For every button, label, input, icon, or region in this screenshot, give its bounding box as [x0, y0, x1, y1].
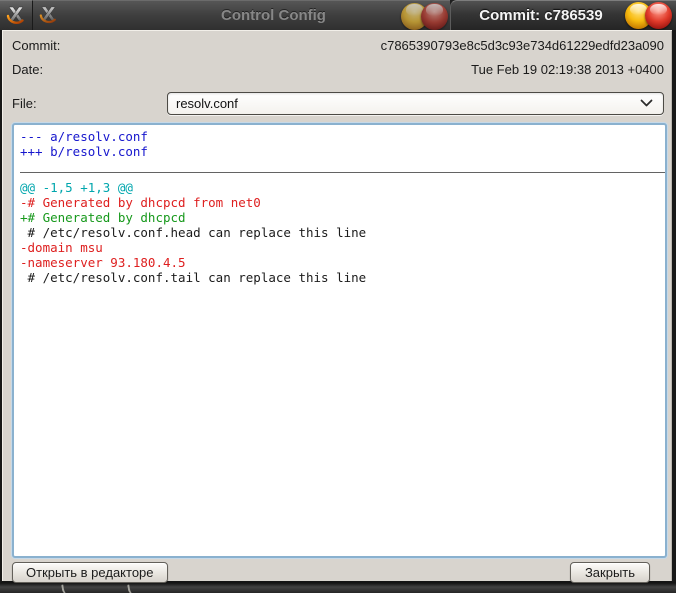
dialog-window-controls: [625, 3, 676, 29]
diff-line-hunk: @@ -1,5 +1,3 @@: [20, 180, 665, 195]
app-logo-icon: [4, 4, 28, 28]
background-window-strip: [0, 583, 676, 593]
diff-line-separator: [20, 172, 667, 173]
file-label: File:: [12, 96, 167, 111]
dialog-window-title: Commit: c786539: [451, 7, 625, 24]
date-row: Date: Tue Feb 19 02:19:38 2013 +0400: [12, 62, 664, 78]
diff-line-context: # /etc/resolv.conf.tail can replace this…: [20, 270, 665, 285]
background-window-fragment: [127, 583, 139, 593]
titlebar: Control Config Commit: c786539: [0, 0, 676, 30]
diff-line-added: +# Generated by dhcpcd: [20, 210, 665, 225]
diff-line-removed: -domain msu: [20, 240, 665, 255]
commit-hash: c7865390793e8c5d3c93e734d61229edfd23a090: [167, 38, 664, 53]
action-button-row: Открыть в редакторе Закрыть: [12, 562, 664, 583]
parent-window-titlebar[interactable]: Control Config: [33, 0, 450, 30]
parent-window-controls: [401, 3, 448, 29]
diff-line-removed: -# Generated by dhcpcd from net0: [20, 195, 665, 210]
file-select[interactable]: resolv.conf: [167, 92, 664, 115]
chevron-down-icon: [640, 99, 655, 108]
close-button[interactable]: [645, 2, 672, 29]
parent-window-title: Control Config: [221, 7, 326, 24]
dialog-titlebar[interactable]: Commit: c786539: [450, 0, 676, 30]
diff-line-blank: [20, 159, 665, 169]
date-value: Tue Feb 19 02:19:38 2013 +0400: [167, 62, 664, 77]
diff-line-meta: --- a/resolv.conf: [20, 129, 665, 144]
diff-line-meta: +++ b/resolv.conf: [20, 144, 665, 159]
diff-line-removed: -nameserver 93.180.4.5: [20, 255, 665, 270]
background-window-fragment: [61, 583, 73, 593]
screen: Control Config Commit: c786539 Commit: c…: [0, 0, 676, 593]
dialog-window-icon-tile[interactable]: [0, 0, 33, 30]
dialog-body: Commit: c7865390793e8c5d3c93e734d61229ed…: [0, 30, 676, 583]
date-label: Date:: [12, 62, 167, 77]
close-dialog-button[interactable]: Закрыть: [570, 562, 650, 583]
open-in-editor-button[interactable]: Открыть в редакторе: [12, 562, 168, 583]
close-button[interactable]: [421, 3, 448, 30]
app-logo-icon: [37, 4, 60, 27]
commit-row: Commit: c7865390793e8c5d3c93e734d61229ed…: [12, 38, 664, 54]
file-row: File: resolv.conf: [12, 92, 664, 115]
diff-view[interactable]: --- a/resolv.conf+++ b/resolv.conf @@ -1,…: [12, 123, 667, 558]
diff-line-context: # /etc/resolv.conf.head can replace this…: [20, 225, 665, 240]
file-select-value: resolv.conf: [176, 96, 640, 111]
commit-label: Commit:: [12, 38, 167, 53]
